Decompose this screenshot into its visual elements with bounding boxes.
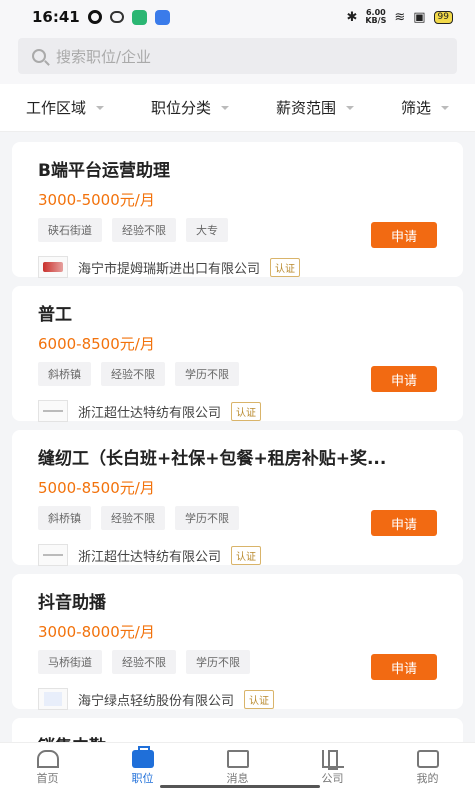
search-input[interactable]: 搜索职位/企业: [18, 38, 457, 74]
bluetooth-icon: ✱: [346, 9, 358, 25]
filter-job-category[interactable]: 职位分类: [151, 97, 229, 118]
status-bar: 16:41 ✱ 6.00 KB/S ≋ ▣ 99: [0, 0, 475, 34]
caret-down-icon: [345, 105, 354, 110]
company-name: 海宁市提姆瑞斯进出口有限公司: [78, 261, 261, 277]
status-left: 16:41: [32, 8, 170, 26]
home-icon: [36, 749, 59, 768]
job-title: 抖音助播: [38, 593, 106, 613]
home-indicator[interactable]: [160, 785, 320, 788]
tab-messages[interactable]: 消息: [208, 749, 268, 786]
search-bar: 搜索职位/企业: [0, 34, 475, 84]
wifi-icon: ≋: [394, 9, 406, 25]
job-tag: 学历不限: [186, 650, 250, 674]
job-tag: 学历不限: [175, 506, 239, 530]
job-tag: 经验不限: [101, 362, 165, 386]
job-card[interactable]: B端平台运营助理 3000-5000元/月 硖石街道 经验不限 大专 申请 海宁…: [12, 142, 463, 278]
filter-label: 薪资范围: [275, 99, 336, 117]
app-notification-icon-2: [154, 9, 170, 25]
status-time: 16:41: [32, 8, 80, 26]
apply-button[interactable]: 申请: [371, 510, 437, 536]
job-tag: 硖石街道: [38, 218, 102, 242]
job-salary: 5000-8500元/月: [38, 479, 155, 497]
job-title: B端平台运营助理: [38, 161, 170, 181]
tab-home[interactable]: 首页: [18, 749, 78, 786]
filter-more[interactable]: 筛选: [401, 97, 449, 118]
job-tag: 大专: [186, 218, 228, 242]
job-card[interactable]: 普工 6000-8500元/月 斜桥镇 经验不限 学历不限 申请 浙江超仕达特纺…: [12, 286, 463, 422]
verified-badge: 认证: [231, 545, 262, 565]
company-logo: [38, 544, 68, 566]
net-speed: 6.00 KB/S: [365, 8, 387, 25]
app-notification-icon: [131, 9, 147, 25]
filter-label: 工作区域: [26, 99, 87, 117]
tab-label: 我的: [416, 771, 439, 785]
job-salary: 6000-8500元/月: [38, 335, 155, 353]
job-card[interactable]: 抖音助播 3000-8000元/月 马桥街道 经验不限 学历不限 申请 海宁绿点…: [12, 574, 463, 710]
chat-bubble-icon: [109, 11, 124, 23]
job-tag: 经验不限: [112, 218, 176, 242]
company-name: 浙江超仕达特纺有限公司: [78, 549, 222, 565]
filter-work-area[interactable]: 工作区域: [26, 97, 105, 118]
status-right: ✱ 6.00 KB/S ≋ ▣ 99: [346, 9, 453, 25]
tab-label: 首页: [36, 771, 59, 785]
caret-down-icon: [440, 105, 449, 110]
tab-label: 职位: [131, 771, 154, 785]
tab-mine[interactable]: 我的: [398, 749, 458, 786]
job-card[interactable]: 缝纫工（长白班+社保+包餐+租房补贴+奖... 5000-8500元/月 斜桥镇…: [12, 430, 463, 566]
company-logo: [38, 400, 68, 422]
briefcase-icon: [131, 745, 154, 768]
company-logo: [38, 256, 68, 278]
company-name: 海宁绿点轻纺股份有限公司: [78, 693, 235, 709]
apply-button[interactable]: 申请: [371, 222, 437, 248]
job-tag: 学历不限: [175, 362, 239, 386]
battery-icon: 99: [433, 10, 453, 24]
screen-icon: ▣: [413, 9, 426, 25]
apply-button[interactable]: 申请: [371, 366, 437, 392]
company-name: 浙江超仕达特纺有限公司: [78, 405, 222, 421]
job-title: 普工: [38, 305, 72, 325]
tab-label: 公司: [321, 771, 344, 785]
job-tag: 经验不限: [101, 506, 165, 530]
building-icon: [321, 749, 344, 770]
tab-company[interactable]: 公司: [303, 749, 363, 786]
company-row[interactable]: 海宁市提姆瑞斯进出口有限公司 认证: [38, 256, 437, 278]
job-title: 缝纫工（长白班+社保+包餐+租房补贴+奖...: [38, 449, 387, 469]
caret-down-icon: [221, 105, 229, 110]
message-icon: [226, 749, 249, 768]
caret-down-icon: [96, 105, 105, 110]
verified-badge: 认证: [231, 401, 262, 421]
job-list: B端平台运营助理 3000-5000元/月 硖石街道 经验不限 大专 申请 海宁…: [0, 132, 475, 792]
job-tag: 斜桥镇: [38, 506, 91, 530]
job-tag: 经验不限: [112, 650, 176, 674]
filter-salary-range[interactable]: 薪资范围: [276, 97, 354, 118]
job-salary: 3000-5000元/月: [38, 191, 155, 209]
company-row[interactable]: 浙江超仕达特纺有限公司 认证: [38, 400, 437, 422]
job-tag: 斜桥镇: [38, 362, 91, 386]
bottom-tab-bar: 首页 职位 消息 公司 我的: [0, 742, 475, 792]
tab-jobs[interactable]: 职位: [113, 745, 173, 786]
filter-label: 职位分类: [150, 99, 211, 117]
notification-q-icon: [87, 10, 102, 24]
search-placeholder: 搜索职位/企业: [56, 47, 152, 66]
company-row[interactable]: 海宁绿点轻纺股份有限公司 认证: [38, 688, 437, 710]
search-icon: [32, 49, 46, 63]
tab-label: 消息: [226, 771, 249, 785]
apply-button[interactable]: 申请: [371, 654, 437, 680]
job-salary: 3000-8000元/月: [38, 623, 155, 641]
job-tag: 马桥街道: [38, 650, 102, 674]
verified-badge: 认证: [244, 689, 275, 709]
company-row[interactable]: 浙江超仕达特纺有限公司 认证: [38, 544, 437, 566]
verified-badge: 认证: [270, 257, 301, 277]
company-logo: [38, 688, 68, 710]
profile-icon: [416, 749, 439, 768]
filter-bar: 工作区域 职位分类 薪资范围 筛选: [0, 84, 475, 132]
filter-label: 筛选: [400, 99, 431, 117]
